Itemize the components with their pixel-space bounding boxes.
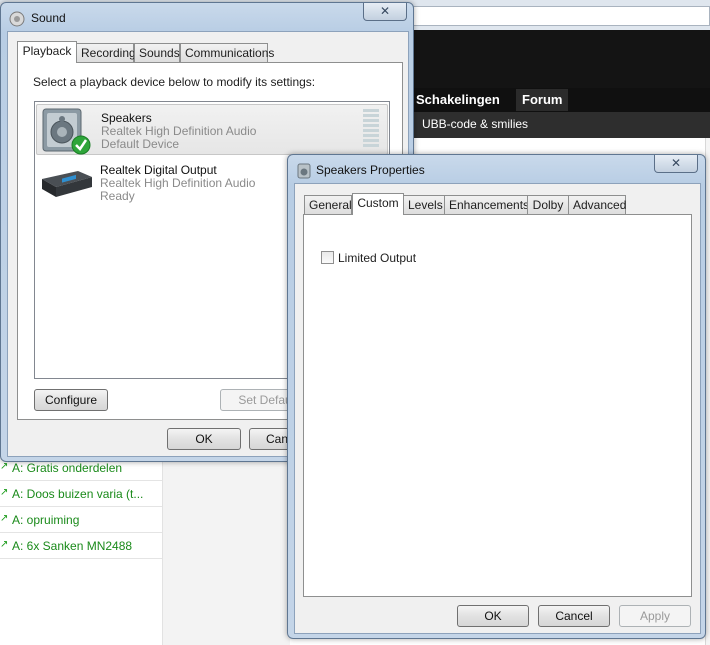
close-icon: ✕ [670, 156, 682, 170]
topic-arrow-icon: ↗ [0, 539, 9, 550]
topic-title[interactable]: A: opruiming [12, 513, 79, 527]
tab-custom[interactable]: Custom [352, 193, 404, 215]
device-status: Default Device [101, 137, 180, 151]
window-title: Sound [31, 11, 66, 25]
close-button[interactable]: ✕ [363, 3, 407, 21]
tab-playback[interactable]: Playback [17, 41, 77, 63]
tab-communications[interactable]: Communications [180, 43, 274, 63]
list-item[interactable]: ↗ A: opruiming [0, 507, 162, 533]
nav-item-forum[interactable]: Forum [516, 89, 569, 111]
instruction-text: Select a playback device below to modify… [33, 75, 316, 89]
device-name: Realtek Digital Output [100, 163, 217, 177]
address-bar[interactable] [398, 6, 710, 26]
ok-button[interactable]: OK [457, 605, 529, 627]
digital-output-icon [42, 171, 92, 197]
tab-advanced[interactable]: Advanced [568, 195, 626, 215]
forum-topic-list: ↗ A: Gratis onderdelen ↗ A: Doos buizen … [0, 455, 163, 645]
tab-sounds[interactable]: Sounds [134, 43, 180, 63]
properties-client-area: General Custom Levels Enhancements Dolby… [294, 183, 701, 634]
list-item[interactable]: ↗ A: 6x Sanken MN2488 [0, 533, 162, 559]
device-driver: Realtek High Definition Audio [100, 176, 256, 190]
speaker-properties-icon [297, 163, 311, 179]
site-subnav: UBB-code & smilies [398, 112, 710, 138]
nav-item-schakelingen[interactable]: Schakelingen [416, 92, 500, 107]
sound-app-icon [9, 11, 25, 27]
window-title: Speakers Properties [316, 163, 425, 177]
configure-button[interactable]: Configure [34, 389, 108, 411]
topic-arrow-icon: ↗ [0, 487, 9, 498]
tab-dolby[interactable]: Dolby [527, 195, 569, 215]
device-driver: Realtek High Definition Audio [101, 124, 257, 138]
speaker-icon [42, 108, 91, 155]
close-icon: ✕ [379, 4, 391, 18]
limited-output-label[interactable]: Limited Output [338, 251, 416, 265]
tab-recording[interactable]: Recording [76, 43, 136, 63]
cancel-button[interactable]: Cancel [538, 605, 610, 627]
limited-output-checkbox[interactable] [321, 251, 334, 264]
topic-title[interactable]: A: Doos buizen varia (t... [12, 487, 143, 501]
tab-general[interactable]: General [304, 195, 352, 215]
topic-arrow-icon: ↗ [0, 461, 9, 472]
list-item[interactable]: ↗ A: Doos buizen varia (t... [0, 481, 162, 507]
topic-title[interactable]: A: Gratis onderdelen [12, 461, 122, 475]
device-name: Speakers [101, 111, 152, 125]
apply-button[interactable]: Apply [619, 605, 691, 627]
speakers-properties-window: Speakers Properties ✕ General Custom Lev… [287, 154, 706, 639]
subnav-item-ubb-code[interactable]: UBB-code & smilies [422, 117, 528, 131]
topic-arrow-icon: ↗ [0, 513, 9, 524]
site-nav: Schakelingen Forum [398, 88, 710, 112]
site-header [398, 30, 710, 92]
topic-title[interactable]: A: 6x Sanken MN2488 [12, 539, 132, 553]
volume-level-meter [363, 109, 379, 151]
page-gray-panel [162, 455, 290, 645]
custom-tab-panel: Limited Output [303, 214, 692, 597]
ok-button[interactable]: OK [167, 428, 241, 450]
close-button[interactable]: ✕ [654, 155, 698, 173]
tab-levels[interactable]: Levels [403, 195, 445, 215]
device-status: Ready [100, 189, 135, 203]
device-item-speakers[interactable]: Speakers Realtek High Definition Audio D… [36, 104, 388, 155]
tab-enhancements[interactable]: Enhancements [444, 195, 529, 215]
